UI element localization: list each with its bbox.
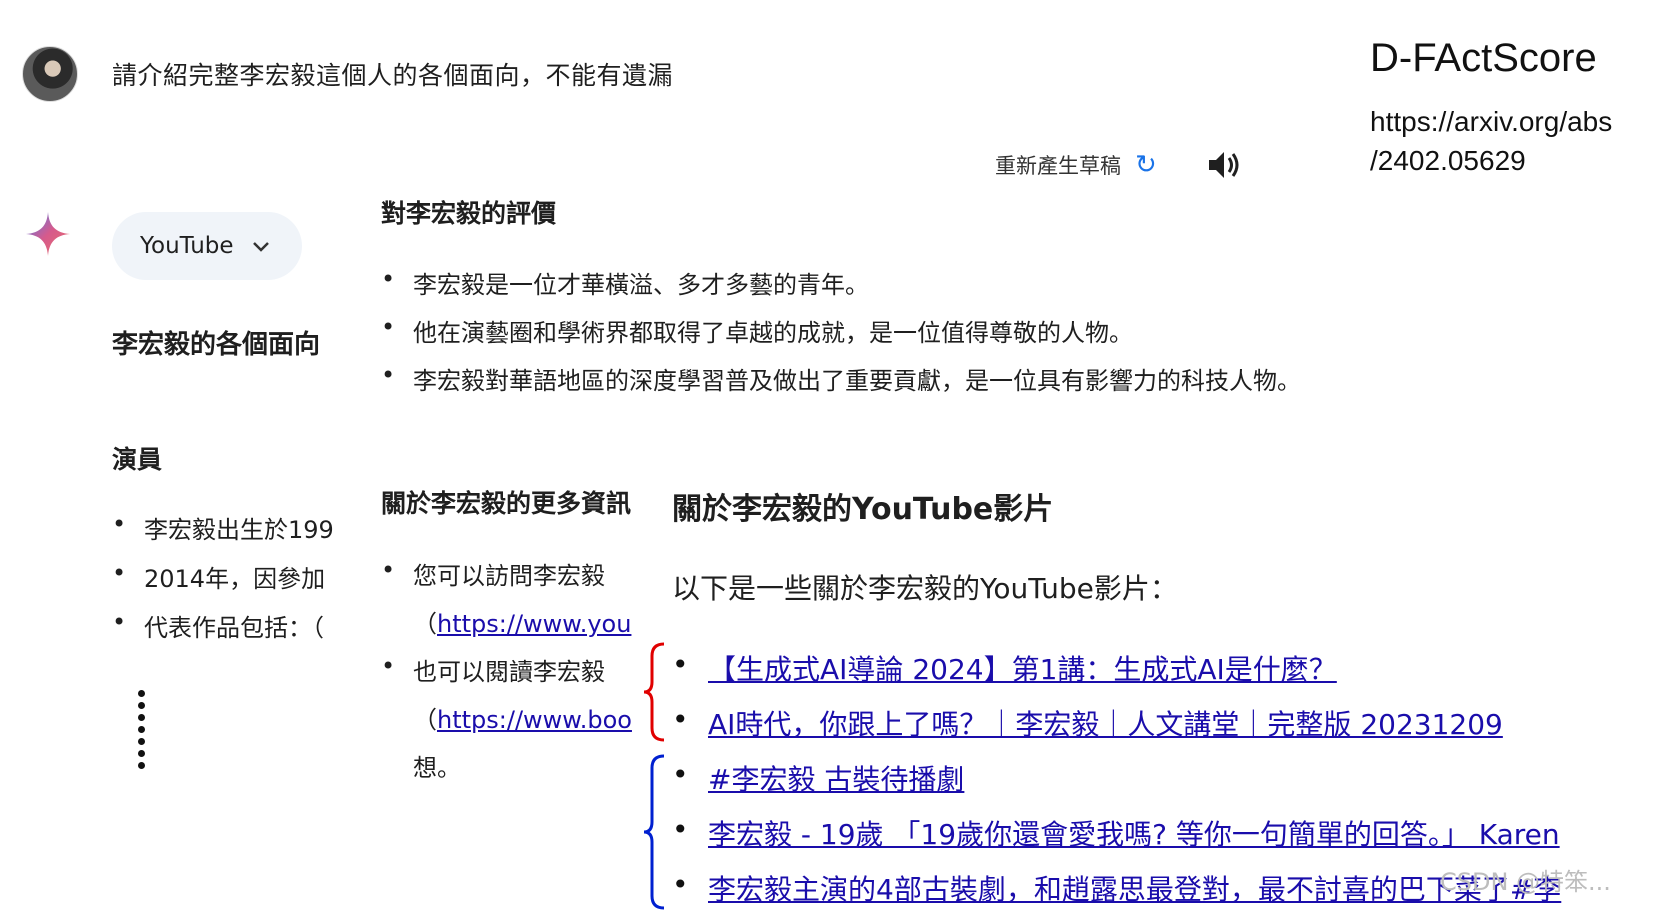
list-item: 李宏毅對華語地區的深度學習普及做出了重要貢獻，是一位具有影響力的科技人物。: [381, 361, 1301, 409]
left-subheading: 演員: [112, 445, 163, 474]
list-item: 李宏毅出生於199: [112, 510, 357, 559]
list-item: 2014年，因參加: [112, 559, 357, 608]
list-item-link-row: （https://www.boo: [413, 706, 632, 734]
source-chip-label: YouTube: [140, 233, 234, 259]
evaluation-list: 李宏毅是一位才華橫溢、多才多藝的青年。 他在演藝圈和學術界都取得了卓越的成就，是…: [381, 265, 1301, 409]
regenerate-label: 重新產生草稿: [995, 154, 1121, 178]
list-item: 代表作品包括：（: [112, 608, 357, 657]
evaluation-heading: 對李宏毅的評價: [381, 199, 557, 228]
refresh-icon: ↻: [1135, 150, 1157, 180]
video-link[interactable]: 【生成式AI導論 2024】第1講：生成式AI是什麼？: [708, 653, 1337, 686]
video-link[interactable]: AI時代，你跟上了嗎？｜李宏毅｜人文講堂｜完整版 20231209: [708, 708, 1503, 741]
list-item: 他在演藝圈和學術界都取得了卓越的成就，是一位值得尊敬的人物。: [381, 313, 1301, 361]
reference-title: D-FActScore: [1370, 36, 1597, 80]
regenerate-draft-button[interactable]: 重新產生草稿 ↻: [995, 150, 1157, 180]
list-item: 也可以閱讀李宏毅: [381, 652, 633, 700]
watermark: CSDN @特笨...: [1440, 868, 1611, 896]
video-link[interactable]: 李宏毅主演的4部古裝劇，和趙露思最登對，最不討喜的巴下菜了#李: [708, 873, 1561, 906]
more-info-link[interactable]: https://www.boo: [437, 706, 632, 734]
left-list: 李宏毅出生於199 2014年，因參加 代表作品包括：（: [112, 510, 357, 657]
red-brace-annotation: [643, 642, 665, 742]
more-info-link[interactable]: https://www.you: [437, 610, 631, 638]
vertical-ellipsis-icon: [138, 690, 145, 769]
reference-url-line1: https://arxiv.org/abs: [1370, 106, 1613, 137]
video-link[interactable]: #李宏毅 古裝待播劇: [708, 763, 964, 796]
chevron-down-icon: [252, 234, 270, 258]
list-item: 您可以訪問李宏毅: [381, 556, 633, 604]
speaker-icon[interactable]: [1206, 148, 1242, 186]
gemini-star-icon: [24, 210, 72, 262]
user-avatar: [22, 46, 78, 102]
more-info-heading: 關於李宏毅的更多資訊: [381, 489, 632, 518]
blue-brace-annotation: [643, 754, 665, 910]
youtube-heading: 關於李宏毅的YouTube影片: [672, 492, 1054, 527]
youtube-intro: 以下是一些關於李宏毅的YouTube影片：: [672, 572, 1178, 605]
more-info-list: 您可以訪問李宏毅 （https://www.you 也可以閱讀李宏毅 （http…: [381, 556, 633, 796]
list-item-link-row: （https://www.you: [413, 610, 632, 638]
left-heading: 李宏毅的各個面向: [112, 330, 321, 360]
list-item-tail: 想。: [413, 754, 461, 782]
user-prompt: 請介紹完整李宏毅這個人的各個面向，不能有遺漏: [112, 61, 674, 90]
reference-url-line2: /2402.05629: [1370, 145, 1526, 176]
list-item: 李宏毅是一位才華橫溢、多才多藝的青年。: [381, 265, 1301, 313]
video-link[interactable]: 李宏毅 - 19歲 「19歲你還會愛我嗎? 等你一句簡單的回答。」 Karen: [708, 818, 1560, 851]
source-chip-youtube[interactable]: YouTube: [112, 212, 302, 280]
reference-url: https://arxiv.org/abs /2402.05629: [1370, 102, 1612, 180]
